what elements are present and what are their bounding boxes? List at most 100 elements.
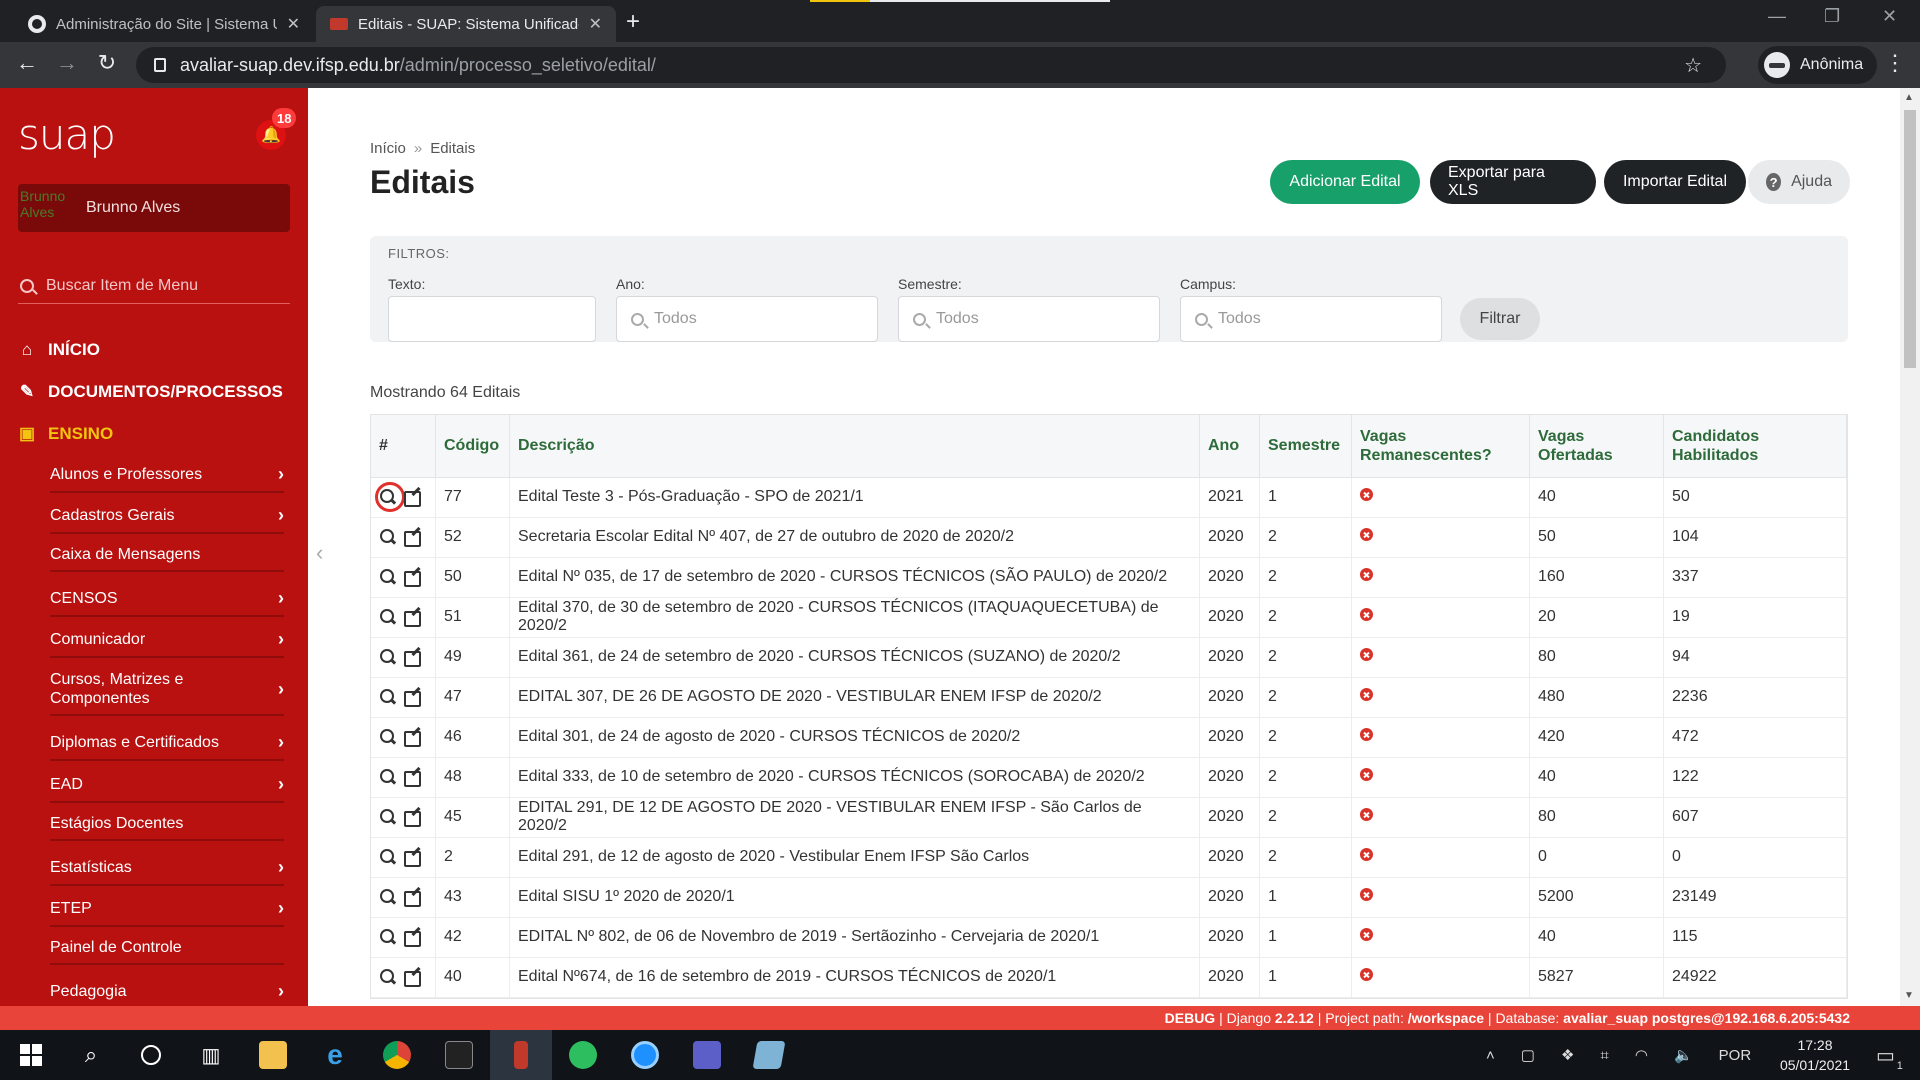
new-tab-icon[interactable]: + — [626, 8, 640, 36]
col-vagas-remanescentes[interactable]: Vagas Remanescentes? — [1351, 415, 1530, 478]
filter-submit-button[interactable]: Filtrar — [1460, 298, 1540, 340]
sidebar-subitem-pedagogia[interactable]: Pedagogia › — [50, 981, 284, 1006]
clock-app-icon[interactable] — [614, 1030, 676, 1080]
view-magnifier-icon[interactable] — [379, 968, 397, 986]
sidebar-subitem-cadastros[interactable]: Cadastros Gerais › — [50, 505, 284, 534]
edit-icon[interactable] — [403, 528, 421, 547]
breadcrumb-home-link[interactable]: Início — [370, 140, 406, 157]
col-semestre[interactable]: Semestre — [1259, 415, 1352, 478]
internet-explorer-icon[interactable]: e — [304, 1030, 366, 1080]
edit-icon[interactable] — [403, 688, 421, 707]
taskbar-clock[interactable]: 17:28 05/01/2021 — [1760, 1035, 1870, 1075]
col-candidatos-habilitados[interactable]: Candidatos Habilitados — [1663, 415, 1847, 478]
incognito-profile-button[interactable]: Anônima — [1758, 46, 1878, 84]
minimize-icon[interactable]: — — [1768, 6, 1786, 27]
terminal-icon[interactable] — [428, 1030, 490, 1080]
scroll-thumb[interactable] — [1904, 110, 1916, 368]
col-codigo[interactable]: Código — [435, 415, 510, 478]
action-center-icon[interactable]: ▭ 1 — [1876, 1030, 1903, 1080]
filter-ano-select[interactable]: Todos — [616, 296, 878, 342]
browser-tab-editais[interactable]: Editais - SUAP: Sistema Unificado de Adm… — [316, 6, 616, 42]
file-explorer-icon[interactable] — [242, 1030, 304, 1080]
chrome-icon[interactable] — [366, 1030, 428, 1080]
wifi-icon[interactable]: ◠ — [1635, 1046, 1648, 1064]
scroll-up-icon[interactable]: ▲ — [1904, 92, 1914, 103]
filter-texto-input[interactable] — [388, 296, 596, 342]
sidebar-subitem-cursos[interactable]: Cursos, Matrizes e Componentes › — [50, 670, 284, 716]
edit-icon[interactable] — [403, 848, 421, 867]
restore-icon[interactable]: ❐ — [1824, 6, 1840, 27]
tray-network-alt-icon[interactable]: ⌗ — [1600, 1047, 1608, 1064]
filter-semestre-select[interactable]: Todos — [898, 296, 1160, 342]
sidebar-subitem-censos[interactable]: CENSOS › — [50, 588, 284, 617]
bookmark-star-icon[interactable]: ☆ — [1684, 53, 1702, 78]
col-ano[interactable]: Ano — [1199, 415, 1260, 478]
edit-icon[interactable] — [403, 568, 421, 587]
view-magnifier-icon[interactable] — [379, 768, 397, 786]
menu-search-input[interactable]: Buscar Item de Menu — [18, 268, 290, 304]
view-magnifier-icon[interactable] — [379, 928, 397, 946]
sidebar-subitem-alunos[interactable]: Alunos e Professores › — [50, 464, 284, 493]
cortana-icon[interactable] — [120, 1030, 182, 1080]
sidebar-subitem-caixa[interactable]: Caixa de Mensagens — [50, 546, 284, 572]
add-edital-button[interactable]: Adicionar Edital — [1270, 160, 1420, 204]
forward-icon[interactable]: → — [52, 50, 82, 76]
help-button[interactable]: ? Ajuda — [1748, 160, 1850, 204]
sidebar-subitem-painel[interactable]: Painel de Controle — [50, 939, 284, 965]
view-magnifier-icon[interactable] — [379, 688, 397, 706]
sidebar-subitem-estagios[interactable]: Estágios Docentes — [50, 815, 284, 841]
view-magnifier-icon[interactable] — [379, 608, 397, 626]
view-magnifier-icon[interactable] — [379, 728, 397, 746]
back-icon[interactable]: ← — [12, 50, 42, 76]
volume-icon[interactable]: 🔈 — [1674, 1046, 1693, 1064]
task-view-icon[interactable]: ▥ — [180, 1030, 242, 1080]
sidebar-item-documentos[interactable]: ✎ DOCUMENTOS/PROCESSOS — [18, 378, 283, 406]
edit-icon[interactable] — [403, 968, 421, 987]
close-icon[interactable]: ✕ — [589, 14, 602, 34]
windows-start-icon[interactable] — [0, 1030, 62, 1080]
sidebar-subitem-etep[interactable]: ETEP › — [50, 898, 284, 927]
edit-icon[interactable] — [403, 808, 421, 827]
view-magnifier-icon[interactable] — [379, 528, 397, 546]
sidebar-item-inicio[interactable]: ⌂ INÍCIO — [18, 336, 100, 364]
user-profile[interactable]: Brunno Alves Brunno Alves — [18, 184, 290, 232]
suap-logo[interactable]: suap — [18, 110, 116, 159]
view-magnifier-icon[interactable] — [379, 848, 397, 866]
teams-icon[interactable] — [676, 1030, 738, 1080]
evernote-icon[interactable] — [552, 1030, 614, 1080]
taskbar-search-icon[interactable]: ⌕ — [60, 1030, 122, 1080]
tray-device-icon[interactable]: ▢ — [1521, 1046, 1535, 1064]
language-indicator[interactable]: POR — [1719, 1047, 1752, 1064]
edit-icon[interactable] — [403, 928, 421, 947]
edit-icon[interactable] — [403, 728, 421, 747]
col-descricao[interactable]: Descrição — [509, 415, 1200, 478]
col-vagas-ofertadas[interactable]: Vagas Ofertadas — [1529, 415, 1664, 478]
edit-icon[interactable] — [403, 888, 421, 907]
browser-menu-icon[interactable]: ⋮ — [1884, 50, 1906, 76]
view-magnifier-icon[interactable] — [379, 888, 397, 906]
sidebar-subitem-comunicador[interactable]: Comunicador › — [50, 629, 284, 658]
edit-icon[interactable] — [403, 648, 421, 667]
view-magnifier-icon[interactable] — [379, 648, 397, 666]
reload-icon[interactable]: ↻ — [92, 50, 122, 76]
sidebar-subitem-diplomas[interactable]: Diplomas e Certificados › — [50, 732, 284, 761]
address-bar[interactable]: avaliar-suap.dev.ifsp.edu.br/admin/proce… — [136, 47, 1726, 83]
view-magnifier-icon[interactable] — [375, 481, 405, 512]
close-icon[interactable]: ✕ — [287, 14, 300, 34]
view-magnifier-icon[interactable] — [379, 568, 397, 586]
browser-tab-admin[interactable]: Administração do Site | Sistema Unificad… — [14, 6, 314, 42]
edit-icon[interactable] — [403, 608, 421, 627]
tray-expand-icon[interactable]: ˄ — [1486, 1047, 1495, 1064]
page-scrollbar[interactable]: ▲ ▼ — [1900, 88, 1920, 1006]
edit-icon[interactable] — [403, 488, 421, 507]
sidebar-item-ensino[interactable]: ▣ ENSINO — [18, 420, 113, 448]
notes-app-icon[interactable] — [738, 1030, 800, 1080]
scroll-down-icon[interactable]: ▼ — [1904, 990, 1914, 1001]
window-close-icon[interactable]: ✕ — [1882, 6, 1897, 27]
sidebar-subitem-ead[interactable]: EAD › — [50, 774, 284, 803]
edit-icon[interactable] — [403, 768, 421, 787]
import-edital-button[interactable]: Importar Edital — [1604, 160, 1746, 204]
sidebar-subitem-estatisticas[interactable]: Estatísticas › — [50, 857, 284, 886]
export-xls-button[interactable]: Exportar para XLS — [1430, 160, 1596, 204]
taskbar-app-active-icon[interactable] — [490, 1030, 552, 1080]
